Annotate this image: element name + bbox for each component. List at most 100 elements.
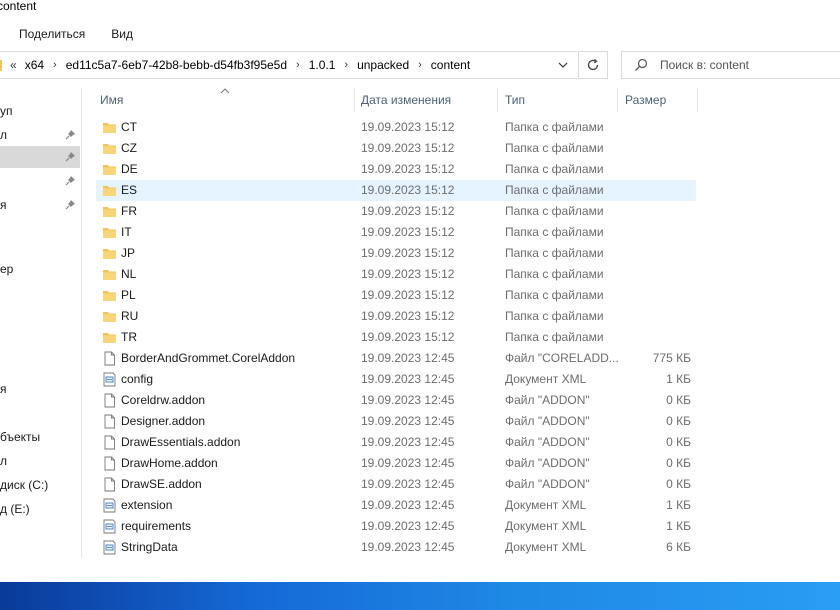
file-date: 19.09.2023 15:12 (361, 183, 455, 197)
nav-item-label: я (0, 198, 7, 212)
file-type: Папка с файлами (505, 225, 604, 239)
file-type: Документ XML (505, 540, 587, 554)
table-row[interactable]: JP 19.09.2023 15:12 Папка с файлами (96, 243, 696, 264)
file-type: Документ XML (505, 498, 587, 512)
search-input[interactable]: Поиск в: content (660, 58, 749, 72)
chevron-right-icon[interactable]: › (296, 59, 300, 71)
chevron-right-icon[interactable]: › (344, 59, 348, 71)
file-size: 0 КБ (666, 435, 691, 449)
table-row[interactable]: TR 19.09.2023 15:12 Папка с файлами (96, 327, 696, 348)
column-divider[interactable] (697, 88, 698, 112)
table-row[interactable]: DrawEssentials.addon 19.09.2023 12:45 Файл… (96, 432, 696, 453)
table-row[interactable]: DE 19.09.2023 15:12 Папка с файлами (96, 159, 696, 180)
breadcrumb: « x64 › ed11c5a7-6eb7-42b8-bebb-d54fb3f9… (0, 58, 470, 72)
file-size: 775 КБ (652, 351, 691, 365)
column-divider[interactable] (617, 88, 618, 112)
nav-item[interactable]: я (0, 378, 80, 400)
refresh-button[interactable] (578, 51, 608, 79)
file-date: 19.09.2023 15:12 (361, 288, 455, 302)
table-row[interactable]: CT 19.09.2023 15:12 Папка с файлами (96, 117, 696, 138)
nav-item[interactable]: диск (C:) (0, 474, 80, 496)
nav-item[interactable]: бъекты (0, 426, 80, 448)
file-icon (102, 414, 117, 429)
nav-item[interactable]: уп (0, 100, 80, 122)
column-type[interactable]: Тип (505, 88, 525, 112)
tab-share[interactable]: Поделиться (19, 27, 85, 41)
nav-item[interactable]: л (0, 124, 80, 146)
file-size (616, 201, 691, 222)
table-row[interactable]: NL 19.09.2023 15:12 Папка с файлами (96, 264, 696, 285)
table-row[interactable]: extension 19.09.2023 12:45 Документ XML 1 К… (96, 495, 696, 516)
column-size[interactable]: Размер (625, 88, 666, 112)
column-header: Имя Дата изменения Тип Размер (96, 88, 840, 112)
file-date: 19.09.2023 15:12 (361, 162, 455, 176)
tab-view[interactable]: Вид (111, 27, 133, 41)
nav-item[interactable]: л (0, 450, 80, 472)
file-name: DrawHome.addon (121, 456, 218, 470)
file-date: 19.09.2023 15:12 (361, 330, 455, 344)
chevron-right-icon[interactable]: › (418, 59, 422, 71)
breadcrumb-x64[interactable]: x64 (25, 58, 44, 72)
search-box[interactable]: Поиск в: content (621, 51, 840, 79)
file-type: Папка с файлами (505, 204, 604, 218)
file-name: IT (121, 225, 132, 239)
file-size (616, 138, 691, 159)
column-divider[interactable] (497, 88, 498, 112)
file-name: Designer.addon (121, 414, 206, 428)
file-date: 19.09.2023 12:45 (361, 435, 455, 449)
refresh-icon (587, 59, 599, 71)
file-name: StringData (121, 540, 178, 554)
file-type: Файл "ADDON" (505, 435, 590, 449)
folder-icon (102, 309, 117, 324)
breadcrumb-guid[interactable]: ed11c5a7-6eb7-42b8-bebb-d54fb3f95e5d (66, 58, 287, 72)
table-row[interactable]: Coreldrw.addon 19.09.2023 12:45 Файл "ADDO… (96, 390, 696, 411)
table-row[interactable]: DrawHome.addon 19.09.2023 12:45 Файл "ADDO… (96, 453, 696, 474)
table-row[interactable]: IT 19.09.2023 15:12 Папка с файлами (96, 222, 696, 243)
nav-item[interactable]: ер (0, 258, 80, 280)
table-row[interactable]: RU 19.09.2023 15:12 Папка с файлами (96, 306, 696, 327)
breadcrumb-version[interactable]: 1.0.1 (309, 58, 336, 72)
pin-icon[interactable] (65, 175, 76, 186)
table-row[interactable]: PL 19.09.2023 15:12 Папка с файлами (96, 285, 696, 306)
breadcrumb-unpacked[interactable]: unpacked (357, 58, 409, 72)
pin-icon[interactable] (65, 199, 76, 210)
nav-item[interactable]: д (E:) (0, 498, 80, 520)
pin-icon[interactable] (65, 129, 76, 140)
column-name[interactable]: Имя (100, 88, 123, 112)
file-name: TR (121, 330, 137, 344)
column-divider[interactable] (354, 88, 355, 112)
chevron-down-icon[interactable] (557, 59, 569, 71)
table-row[interactable]: FR 19.09.2023 15:12 Папка с файлами (96, 201, 696, 222)
nav-item[interactable] (0, 146, 80, 168)
file-name: FR (121, 204, 137, 218)
file-type: Папка с файлами (505, 120, 604, 134)
file-name: DrawSE.addon (121, 477, 202, 491)
nav-item-label: уп (0, 104, 13, 118)
file-name: DE (121, 162, 138, 176)
file-size (616, 306, 691, 327)
pin-icon[interactable] (65, 151, 76, 162)
table-row[interactable]: Designer.addon 19.09.2023 12:45 Файл "ADDO… (96, 411, 696, 432)
address-bar[interactable]: « x64 › ed11c5a7-6eb7-42b8-bebb-d54fb3f9… (0, 51, 577, 79)
table-row[interactable]: ES 19.09.2023 15:12 Папка с файлами (96, 180, 696, 201)
nav-item[interactable]: я (0, 194, 80, 216)
file-date: 19.09.2023 12:45 (361, 351, 455, 365)
folder-icon (102, 267, 117, 282)
file-name: DrawEssentials.addon (121, 435, 241, 449)
folder-icon (102, 141, 117, 156)
file-name: ES (121, 183, 138, 197)
nav-item-label: диск (C:) (0, 478, 49, 492)
breadcrumb-overflow[interactable]: « (10, 58, 17, 72)
nav-item[interactable] (0, 170, 80, 192)
table-row[interactable]: config 19.09.2023 12:45 Документ XML 1 КБ (96, 369, 696, 390)
breadcrumb-content[interactable]: content (431, 58, 470, 72)
table-row[interactable]: CZ 19.09.2023 15:12 Папка с файлами (96, 138, 696, 159)
chevron-right-icon[interactable]: › (53, 59, 57, 71)
table-row[interactable]: DrawSE.addon 19.09.2023 12:45 Файл "ADDON"… (96, 474, 696, 495)
table-row[interactable]: StringData 19.09.2023 12:45 Документ XML 6 … (96, 537, 696, 558)
table-row[interactable]: BorderAndGrommet.CorelAddon 19.09.2023 12… (96, 348, 696, 369)
file-date: 19.09.2023 15:12 (361, 141, 455, 155)
table-row[interactable]: requirements 19.09.2023 12:45 Документ XML… (96, 516, 696, 537)
column-date[interactable]: Дата изменения (361, 88, 451, 112)
file-size (616, 264, 691, 285)
